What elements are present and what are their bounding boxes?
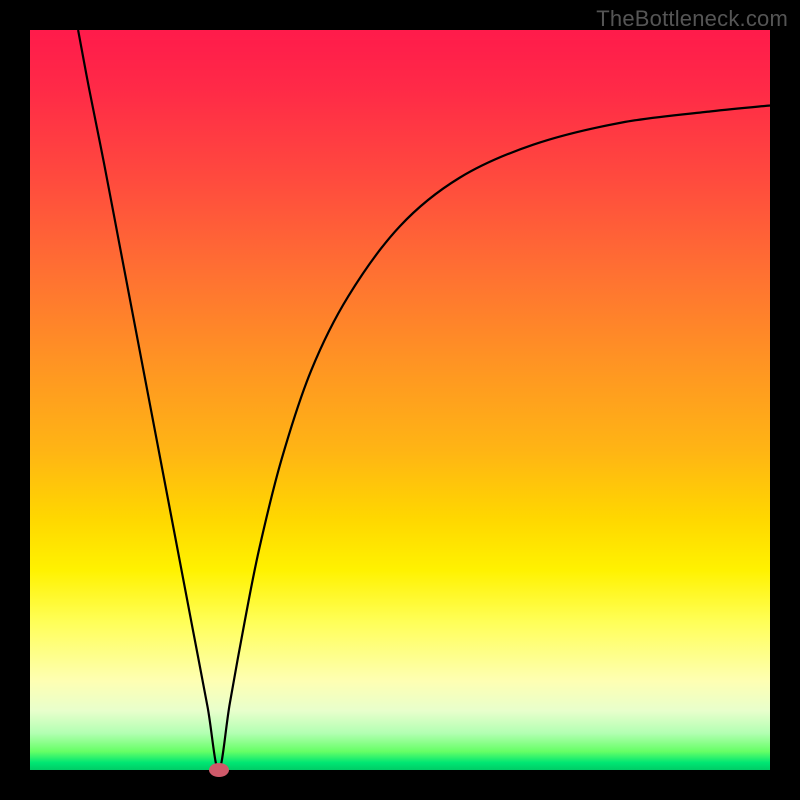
curve-path [78,30,770,770]
watermark-text: TheBottleneck.com [596,6,788,32]
chart-frame: TheBottleneck.com [0,0,800,800]
plot-area [30,30,770,770]
bottleneck-curve [30,30,770,770]
minimum-marker [209,763,229,777]
